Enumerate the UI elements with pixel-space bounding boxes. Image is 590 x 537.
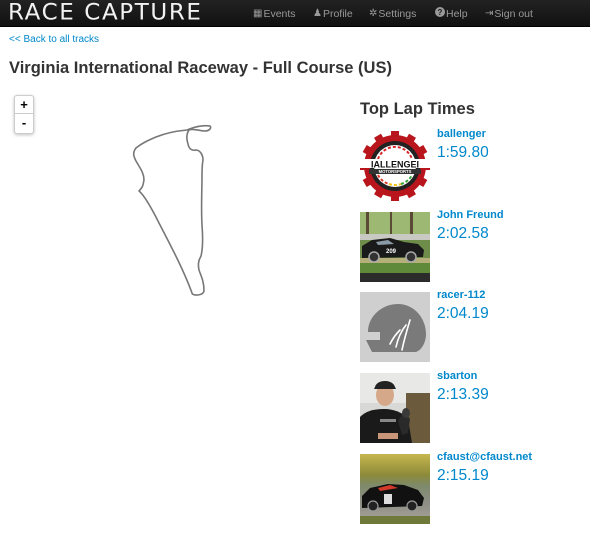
lap-entry: racer-112 2:04.19: [360, 289, 590, 364]
lap-time[interactable]: 2:04.19: [437, 305, 489, 323]
nav-item-label: Events: [263, 7, 296, 20]
svg-text:?: ?: [438, 8, 443, 17]
ballenger-motorsports-logo[interactable]: IALLENGEI MOTORSPORTS: [360, 131, 430, 201]
driver-photo[interactable]: [360, 373, 430, 443]
lap-time[interactable]: 2:02.58: [437, 225, 489, 243]
lap-time[interactable]: 2:15.19: [437, 467, 489, 485]
navbar: RACE CAPTURE ▦ Events ♟ Profile ✲ Settin…: [0, 0, 590, 27]
nav-item-help[interactable]: ? Help: [435, 0, 485, 27]
lap-entry: cfaust@cfaust.net 2:15.19: [360, 451, 590, 526]
nav-item-label: Help: [446, 7, 468, 20]
nav-item-settings[interactable]: ✲ Settings: [369, 0, 435, 27]
brand-logo[interactable]: RACE CAPTURE: [8, 1, 203, 26]
zoom-in-button[interactable]: +: [15, 96, 33, 114]
gear-icon: ✲: [369, 8, 378, 19]
svg-text:IALLENGEI: IALLENGEI: [371, 160, 419, 170]
nav-item-events[interactable]: ▦ Events: [253, 0, 313, 27]
nav-item-label: Profile: [322, 7, 353, 20]
zoom-out-button[interactable]: -: [15, 114, 33, 132]
user-icon: ♟: [313, 8, 322, 19]
page-title: Virginia International Raceway - Full Co…: [9, 59, 392, 77]
back-to-tracks-link[interactable]: << Back to all tracks: [9, 34, 99, 45]
lap-driver-name[interactable]: racer-112: [437, 289, 485, 301]
sign-out-icon: ⇥: [485, 8, 494, 19]
lap-entry: 209 John Freund 2:02.58: [360, 209, 590, 284]
nav-item-label: Sign out: [494, 7, 533, 20]
track-map[interactable]: + -: [14, 93, 344, 333]
lap-time[interactable]: 1:59.80: [437, 144, 489, 162]
lap-time[interactable]: 2:13.39: [437, 386, 489, 404]
help-icon: ?: [435, 7, 445, 20]
lap-entry: IALLENGEI MOTORSPORTS ballenger 1:59.80: [360, 128, 590, 203]
calendar-icon: ▦: [253, 8, 263, 19]
race-car-photo[interactable]: 209: [360, 212, 430, 282]
nav-item-label: Settings: [378, 7, 417, 20]
lap-driver-name[interactable]: John Freund: [437, 209, 504, 221]
svg-text:MOTORSPORTS: MOTORSPORTS: [379, 169, 412, 174]
track-path: [132, 124, 212, 296]
track-outline: [132, 124, 212, 296]
nav-item-profile[interactable]: ♟ Profile: [313, 0, 369, 27]
lap-entry: sbarton 2:13.39: [360, 370, 590, 445]
lap-driver-name[interactable]: ballenger: [437, 128, 486, 140]
nav-menu: ▦ Events ♟ Profile ✲ Settings ? Help ⇥ S…: [253, 0, 555, 27]
zoom-control: + -: [14, 95, 34, 134]
default-helmet-avatar[interactable]: [360, 292, 430, 362]
race-car-photo[interactable]: [360, 454, 430, 524]
lap-driver-name[interactable]: cfaust@cfaust.net: [437, 451, 532, 463]
lap-driver-name[interactable]: sbarton: [437, 370, 477, 382]
top-lap-times-heading: Top Lap Times: [360, 100, 475, 118]
nav-item-sign-out[interactable]: ⇥ Sign out: [485, 0, 555, 27]
svg-text:209: 209: [386, 249, 397, 255]
